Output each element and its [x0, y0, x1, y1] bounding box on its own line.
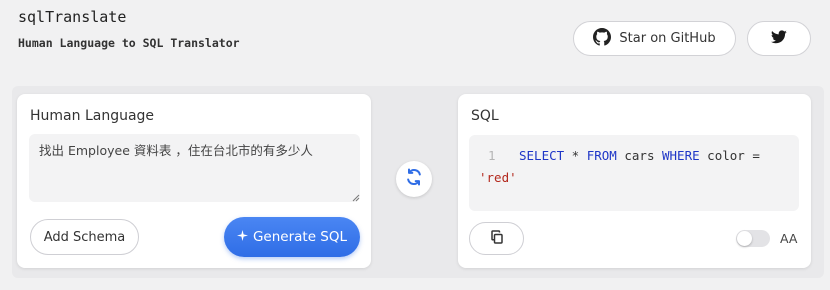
copy-icon — [490, 229, 504, 248]
swap-icon — [404, 167, 424, 191]
github-button-label: Star on GitHub — [619, 31, 716, 46]
line-number: 1 — [488, 148, 496, 163]
sql-keyword-from: FROM — [586, 148, 617, 163]
sql-title: SQL — [471, 108, 499, 124]
sql-keyword-where: WHERE — [662, 148, 700, 163]
sparkle-icon — [236, 229, 248, 245]
sql-keyword-select: SELECT — [519, 148, 565, 163]
sql-token-condition: color = — [699, 148, 760, 163]
generate-sql-button[interactable]: Generate SQL — [224, 217, 360, 257]
human-language-input[interactable]: 找出 Employee 資料表 ，住在台北市的有多少人 — [29, 134, 360, 202]
human-language-panel: Human Language 找出 Employee 資料表 ，住在台北市的有多… — [17, 94, 371, 268]
swap-button[interactable] — [396, 161, 432, 197]
font-size-toggle[interactable] — [736, 230, 770, 247]
toggle-knob — [737, 231, 752, 246]
header: sqlTranslate Human Language to SQL Trans… — [0, 0, 830, 82]
app-subtitle: Human Language to SQL Translator — [18, 36, 240, 50]
code-line: 1 SELECT * FROM cars WHERE color = — [479, 145, 789, 167]
human-language-title: Human Language — [30, 108, 155, 124]
copy-button[interactable] — [469, 222, 524, 255]
star-on-github-button[interactable]: Star on GitHub — [573, 21, 736, 56]
github-icon — [593, 27, 612, 50]
twitter-button[interactable] — [747, 21, 811, 56]
code-line-wrap: 'red' — [479, 167, 789, 189]
twitter-icon — [771, 29, 787, 48]
sql-panel: SQL 1 SELECT * FROM cars WHERE color = 'r… — [458, 94, 811, 268]
generate-sql-label: Generate SQL — [252, 229, 348, 245]
app-title: sqlTranslate — [18, 8, 127, 26]
sql-token-table: cars — [616, 148, 662, 163]
resize-grip-icon[interactable] — [352, 194, 360, 202]
add-schema-button[interactable]: Add Schema — [30, 219, 139, 255]
sql-string-value: 'red' — [479, 170, 517, 185]
aa-label: AA — [780, 231, 798, 246]
sql-token-star: * — [564, 148, 587, 163]
sql-code-output[interactable]: 1 SELECT * FROM cars WHERE color = 'red' — [469, 135, 799, 211]
